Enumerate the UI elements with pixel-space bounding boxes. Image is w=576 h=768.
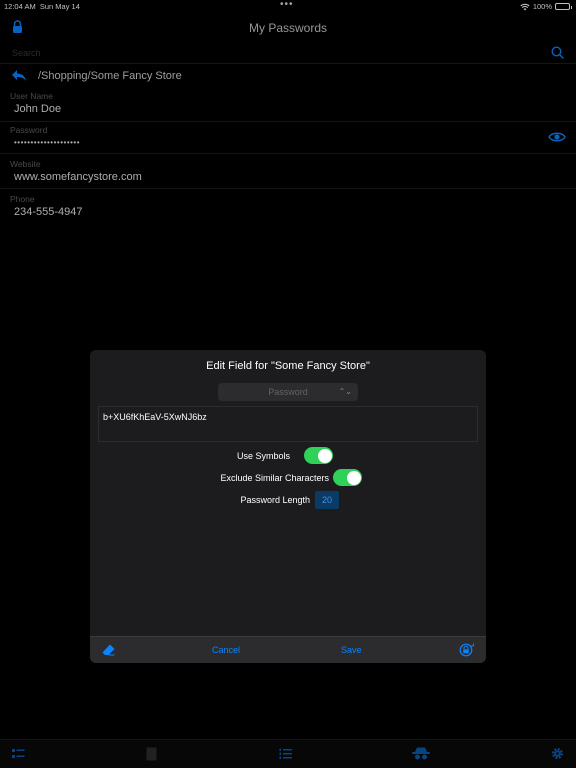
dialog-title: Edit Field for "Some Fancy Store" [206, 360, 370, 372]
chevron-updown-icon: ⌃⌄ [338, 387, 352, 396]
lock-generate-icon[interactable] [459, 643, 474, 659]
password-length-input[interactable]: 20 [315, 491, 339, 509]
password-length-row: Password Length 20 [90, 490, 486, 510]
use-symbols-row: Use Symbols [90, 446, 486, 466]
eraser-icon[interactable] [102, 644, 115, 658]
exclude-similar-toggle[interactable] [333, 469, 362, 486]
use-symbols-label: Use Symbols [236, 451, 290, 461]
use-symbols-toggle[interactable] [304, 447, 333, 464]
toggle-knob [346, 470, 361, 485]
field-type-value: Password [268, 387, 308, 397]
cancel-button[interactable]: Cancel [212, 645, 240, 655]
save-button[interactable]: Save [341, 645, 362, 655]
edit-field-dialog: Edit Field for "Some Fancy Store" Passwo… [90, 350, 486, 663]
exclude-similar-label: Exclude Similar Characters [220, 473, 329, 483]
toggle-knob [317, 448, 332, 463]
password-length-label: Password Length [240, 495, 310, 505]
field-type-select[interactable]: Password ⌃⌄ [218, 383, 358, 401]
generated-password-value: b+XU6fKhEaV-5XwNJ6bz [103, 412, 207, 422]
dialog-toolbar: Cancel Save [90, 636, 486, 663]
exclude-similar-row: Exclude Similar Characters [90, 468, 486, 488]
generated-password-field[interactable]: b+XU6fKhEaV-5XwNJ6bz [98, 406, 478, 442]
